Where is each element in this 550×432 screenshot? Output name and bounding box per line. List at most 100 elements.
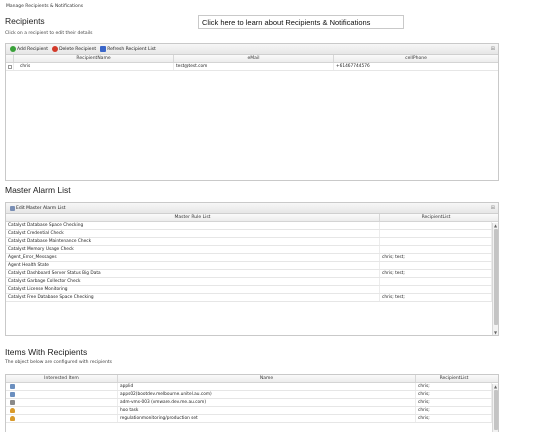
rule-recipient-cell	[380, 262, 492, 269]
refresh-recipient-label: Refresh Recipient List	[107, 46, 156, 52]
delete-icon	[52, 46, 59, 52]
edit-alarm-list-button[interactable]: Edit Master Alarm List	[10, 205, 66, 211]
select-column-header	[6, 55, 14, 62]
alarm-grid-header: Master Rule List RecipientList	[6, 214, 498, 222]
refresh-icon	[100, 46, 107, 52]
alarm-scrollbar[interactable]: ▲ ▼	[492, 223, 498, 335]
rule-recipient-cell: chris; test;	[380, 270, 492, 277]
item-recipient-cell: chris;	[416, 399, 492, 406]
recipient-email-cell: test@test.com	[174, 63, 334, 70]
item-recipient-cell: chris;	[416, 391, 492, 398]
panel-options-icon[interactable]: ⊞	[491, 46, 495, 52]
recipients-grid-header: RecipientName eMail cellPhone	[6, 55, 498, 63]
add-recipient-button[interactable]: Add Recipient	[10, 46, 48, 52]
table-row[interactable]: Catalyst Database Maintenance Check	[6, 238, 498, 246]
scroll-up-icon[interactable]: ▲	[493, 223, 498, 228]
table-row[interactable]: Catalyst Database Space Checking	[6, 222, 498, 230]
edit-alarm-list-label: Edit Master Alarm List	[16, 205, 66, 211]
rule-name-cell: Catalyst Dashboard Server Status Big Dat…	[6, 270, 380, 277]
table-row[interactable]: hoo task chris;	[6, 407, 498, 415]
row-checkbox[interactable]	[6, 63, 14, 70]
item-icon-cell	[6, 415, 118, 422]
alarm-rows: Catalyst Database Space Checking Catalyst…	[6, 222, 498, 302]
column-header[interactable]: eMail	[174, 55, 334, 62]
item-recipient-cell: chris;	[416, 415, 492, 422]
item-icon-cell	[6, 399, 118, 406]
delete-recipient-button[interactable]: Delete Recipient	[52, 46, 96, 52]
rule-name-cell: Catalyst Database Maintenance Check	[6, 238, 380, 245]
column-header[interactable]: Master Rule List	[6, 214, 380, 221]
item-name-cell: applid	[118, 383, 416, 390]
item-name-cell: apps02(bootdev.melbourne.unitel.au.com)	[118, 391, 416, 398]
alarm-toolbar: Edit Master Alarm List ⊞	[6, 203, 498, 214]
table-row[interactable]: Catalyst Memory Usage Check	[6, 246, 498, 254]
alarm-title: Master Alarm List	[5, 185, 71, 195]
alarm-panel: Edit Master Alarm List ⊞ Master Rule Lis…	[5, 202, 499, 336]
rule-name-cell: Catalyst Credential Check	[6, 230, 380, 237]
item-name-cell: adm-vms-003 (vmware.dev.me.au.com)	[118, 399, 416, 406]
items-panel: Interested Item Name RecipientList appli…	[5, 374, 499, 432]
item-icon-cell	[6, 391, 118, 398]
learn-link[interactable]: Click here to learn about Recipients & N…	[198, 15, 404, 29]
table-row[interactable]: Catalyst License Monitoring	[6, 286, 498, 294]
item-name-cell: hoo task	[118, 407, 416, 414]
panel-options-icon[interactable]: ⊞	[491, 205, 495, 211]
items-scrollbar[interactable]: ▲	[492, 384, 498, 432]
table-row[interactable]: adm-vms-003 (vmware.dev.me.au.com) chris;	[6, 399, 498, 407]
rule-recipient-cell: chris; test;	[380, 254, 492, 261]
table-row[interactable]: Catalyst Dashboard Server Status Big Dat…	[6, 270, 498, 278]
table-row[interactable]: Agent Health State	[6, 262, 498, 270]
rule-recipient-cell	[380, 286, 492, 293]
recipients-panel: Add Recipient Delete Recipient Refresh R…	[5, 43, 499, 181]
column-header[interactable]: Interested Item	[6, 375, 118, 382]
column-header[interactable]: Name	[118, 375, 416, 382]
recipient-phone-cell: +61467744576	[336, 64, 370, 69]
rule-name-cell: Catalyst Free Database Space Checking	[6, 294, 380, 301]
scroll-down-icon[interactable]: ▼	[493, 330, 498, 335]
item-recipient-cell: chris;	[416, 383, 492, 390]
table-row[interactable]: apps02(bootdev.melbourne.unitel.au.com) c…	[6, 391, 498, 399]
table-row[interactable]: applid chris;	[6, 383, 498, 391]
person-icon	[10, 408, 15, 413]
device-icon	[10, 392, 15, 397]
recipients-toolbar: Add Recipient Delete Recipient Refresh R…	[6, 44, 498, 55]
rule-name-cell: Agent_Error_Messages	[6, 254, 380, 261]
table-row[interactable]: Catalyst Garbage Collector Check	[6, 278, 498, 286]
table-row[interactable]: Agent_Error_Messages chris; test;	[6, 254, 498, 262]
rule-name-cell: Catalyst License Monitoring	[6, 286, 380, 293]
recipients-title: Recipients	[5, 16, 45, 26]
rule-name-cell: Agent Health State	[6, 262, 380, 269]
rule-name-cell: Catalyst Database Space Checking	[6, 222, 380, 229]
page-heading: Manage Recipients & Notifications	[6, 4, 84, 9]
add-recipient-label: Add Recipient	[17, 46, 49, 52]
scroll-up-icon[interactable]: ▲	[493, 384, 498, 389]
items-grid-header: Interested Item Name RecipientList	[6, 375, 498, 383]
rule-recipient-cell	[380, 230, 492, 237]
rule-recipient-cell: chris; test;	[380, 294, 492, 301]
table-row[interactable]: Catalyst Credential Check	[6, 230, 498, 238]
table-row[interactable]: chris test@test.com +61467744576	[6, 63, 498, 71]
rule-recipient-cell	[380, 238, 492, 245]
rule-name-cell: Catalyst Garbage Collector Check	[6, 278, 380, 285]
rule-recipient-cell	[380, 246, 492, 253]
refresh-recipient-button[interactable]: Refresh Recipient List	[100, 46, 156, 52]
column-header[interactable]: cellPhone	[334, 55, 498, 62]
items-note: The object below are configured with rec…	[5, 360, 113, 365]
column-header[interactable]: RecipientList	[416, 375, 492, 382]
items-title: Items With Recipients	[5, 347, 88, 357]
scroll-thumb[interactable]	[494, 229, 498, 325]
add-icon	[10, 46, 16, 52]
column-header[interactable]: RecipientName	[14, 55, 174, 62]
table-row[interactable]: regulationmonitoring/production set chris…	[6, 415, 498, 423]
item-rows: applid chris; apps02(bootdev.melbourne.uni…	[6, 383, 498, 423]
recipients-note: Click on a recipient to edit their detai…	[5, 31, 93, 36]
column-header[interactable]: RecipientList	[380, 214, 492, 221]
item-icon-cell	[6, 383, 118, 390]
table-row[interactable]: Catalyst Free Database Space Checking chr…	[6, 294, 498, 302]
edit-icon	[10, 205, 15, 211]
device-icon	[10, 384, 15, 389]
item-icon-cell	[6, 407, 118, 414]
scroll-thumb[interactable]	[494, 390, 498, 430]
item-name-cell: regulationmonitoring/production set	[118, 415, 416, 422]
delete-recipient-label: Delete Recipient	[59, 46, 97, 52]
